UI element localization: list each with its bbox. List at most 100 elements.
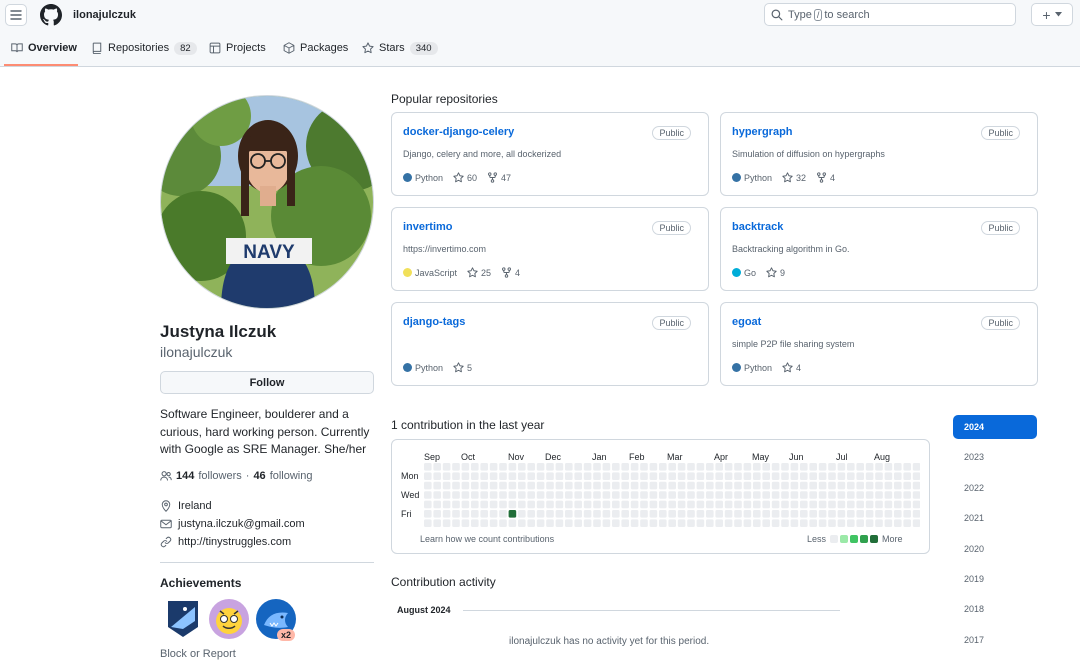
contribution-cell[interactable] xyxy=(602,500,611,509)
contribution-cell[interactable] xyxy=(809,510,817,518)
contribution-cell[interactable] xyxy=(762,510,770,518)
contribution-cell[interactable] xyxy=(574,472,582,480)
repo-name-link[interactable]: invertimo xyxy=(403,221,453,233)
contribution-cell[interactable] xyxy=(790,510,799,518)
contribution-cell[interactable] xyxy=(706,472,714,480)
contribution-cell[interactable] xyxy=(489,463,498,471)
contribution-cell[interactable] xyxy=(574,510,582,518)
contribution-cell[interactable] xyxy=(424,491,432,499)
contribution-cell[interactable] xyxy=(621,463,629,471)
contribution-cell[interactable] xyxy=(790,500,799,509)
contribution-cell[interactable] xyxy=(649,491,658,499)
contribution-cell[interactable] xyxy=(546,519,554,527)
contribution-cell[interactable] xyxy=(847,463,855,471)
contribution-cell[interactable] xyxy=(649,481,658,490)
contribution-cell[interactable] xyxy=(442,500,451,509)
contribution-cell[interactable] xyxy=(706,463,714,471)
contribution-cell[interactable] xyxy=(546,491,554,499)
contribution-cell[interactable] xyxy=(847,510,855,518)
contribution-cell[interactable] xyxy=(715,519,723,527)
contribution-cell[interactable] xyxy=(706,481,714,490)
contribution-cell[interactable] xyxy=(630,510,639,518)
contribution-cell[interactable] xyxy=(612,519,620,527)
contribution-cell[interactable] xyxy=(912,463,920,471)
contribution-cell[interactable] xyxy=(489,491,498,499)
contribution-cell[interactable] xyxy=(565,500,573,509)
contribution-cell[interactable] xyxy=(715,491,723,499)
contribution-cell[interactable] xyxy=(527,472,535,480)
contribution-cell[interactable] xyxy=(593,519,601,527)
contribution-cell[interactable] xyxy=(724,481,733,490)
tab-projects[interactable]: Projects xyxy=(209,30,266,66)
contribution-cell[interactable] xyxy=(743,491,752,499)
contribution-cell[interactable] xyxy=(865,472,874,480)
followers-count[interactable]: 144 xyxy=(176,470,194,482)
contribution-cell[interactable] xyxy=(771,500,780,509)
contribution-cell[interactable] xyxy=(837,500,846,509)
contribution-cell[interactable] xyxy=(565,463,573,471)
contribution-cell[interactable] xyxy=(856,481,864,490)
header-username[interactable]: ilonajulczuk xyxy=(73,9,136,21)
contribution-cell[interactable] xyxy=(894,500,902,509)
contribution-cell[interactable] xyxy=(565,472,573,480)
contribution-cell[interactable] xyxy=(536,491,545,499)
contribution-cell[interactable] xyxy=(442,491,451,499)
contribution-cell[interactable] xyxy=(649,519,658,527)
contribution-cell[interactable] xyxy=(583,472,592,480)
contribution-cell[interactable] xyxy=(875,510,883,518)
contribution-cell[interactable] xyxy=(856,491,864,499)
contribution-cell[interactable] xyxy=(461,510,470,518)
contribution-cell[interactable] xyxy=(659,472,667,480)
contribution-cell[interactable] xyxy=(677,481,686,490)
contribution-cell[interactable] xyxy=(630,519,639,527)
contribution-cell[interactable] xyxy=(753,491,761,499)
tab-overview[interactable]: Overview xyxy=(11,30,77,66)
contribution-cell[interactable] xyxy=(715,510,723,518)
contribution-cell[interactable] xyxy=(546,481,554,490)
contribution-cell[interactable] xyxy=(847,500,855,509)
tab-packages[interactable]: Packages xyxy=(283,30,348,66)
contribution-cell[interactable] xyxy=(818,472,827,480)
contribution-cell[interactable] xyxy=(555,472,564,480)
repo-stars[interactable]: 9 xyxy=(766,267,785,278)
tab-stars[interactable]: Stars 340 xyxy=(362,30,438,66)
contribution-cell[interactable] xyxy=(649,510,658,518)
contribution-cell[interactable] xyxy=(480,472,488,480)
contribution-cell[interactable] xyxy=(659,519,667,527)
contribution-cell[interactable] xyxy=(800,491,808,499)
contribution-cell[interactable] xyxy=(894,519,902,527)
menu-button[interactable] xyxy=(5,4,27,26)
contribution-cell[interactable] xyxy=(865,510,874,518)
contribution-cell[interactable] xyxy=(461,491,470,499)
contribution-cell[interactable] xyxy=(696,472,705,480)
contribution-cell[interactable] xyxy=(508,463,517,471)
repo-name-link[interactable]: backtrack xyxy=(732,221,783,233)
contribution-cell[interactable] xyxy=(875,500,883,509)
contribution-cell[interactable] xyxy=(518,481,526,490)
contribution-cell[interactable] xyxy=(508,491,517,499)
website-link[interactable]: http://tinystruggles.com xyxy=(178,536,291,548)
contribution-cell[interactable] xyxy=(630,491,639,499)
contribution-cell[interactable] xyxy=(461,500,470,509)
contribution-cell[interactable] xyxy=(621,491,629,499)
contribution-cell[interactable] xyxy=(452,491,460,499)
contribution-cell[interactable] xyxy=(696,491,705,499)
contribution-cell[interactable] xyxy=(828,463,836,471)
contribution-cell[interactable] xyxy=(555,491,564,499)
following-count[interactable]: 46 xyxy=(253,470,265,482)
contribution-cell[interactable] xyxy=(724,463,733,471)
contribution-cell[interactable] xyxy=(677,500,686,509)
github-logo-icon[interactable] xyxy=(40,4,62,26)
contribution-cell[interactable] xyxy=(677,472,686,480)
contribution-cell[interactable] xyxy=(753,500,761,509)
repo-forks[interactable]: 47 xyxy=(487,172,511,183)
contribution-cell[interactable] xyxy=(912,510,920,518)
contribution-cell[interactable] xyxy=(452,463,460,471)
contribution-cell[interactable] xyxy=(696,500,705,509)
contribution-cell[interactable] xyxy=(621,510,629,518)
contribution-cell[interactable] xyxy=(583,519,592,527)
contribution-cell[interactable] xyxy=(706,500,714,509)
contribution-cell[interactable] xyxy=(800,463,808,471)
contribution-cell[interactable] xyxy=(800,510,808,518)
contribution-cell[interactable] xyxy=(912,491,920,499)
